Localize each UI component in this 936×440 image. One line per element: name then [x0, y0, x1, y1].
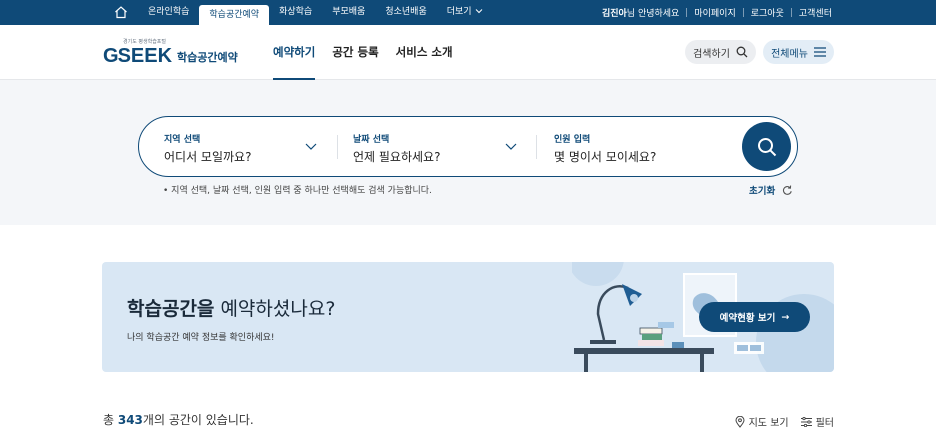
field-divider [536, 135, 537, 159]
field-divider [337, 135, 338, 159]
filter-button[interactable]: 필터 [800, 414, 834, 429]
count-suffix: 개의 공간이 있습니다. [142, 413, 254, 427]
banner-title-bold: 학습공간을 [127, 298, 215, 320]
greeting-text: 님 안녕하세요 [626, 9, 680, 19]
portal-tab-space-reservation[interactable]: 학습공간예약 [199, 5, 270, 25]
search-icon [736, 46, 748, 58]
filter-icon [800, 416, 812, 427]
search-icon [757, 137, 776, 156]
map-pin-icon [735, 415, 745, 428]
header-search-button[interactable]: 검색하기 [685, 40, 756, 64]
logo-seek: SEEK [117, 45, 173, 67]
date-select[interactable]: 날짜 선택 언제 필요하세요? [353, 117, 523, 176]
logo-g: G [103, 45, 119, 67]
user-utility: 김진아 님 안녕하세요 마이페이지 로그아웃 고객센터 [602, 0, 832, 25]
divider [742, 8, 744, 17]
region-label: 지역 선택 [164, 135, 201, 145]
date-placeholder: 언제 필요하세요? [353, 150, 441, 164]
logout-link[interactable]: 로그아웃 [751, 6, 784, 19]
chevron-down-icon [475, 9, 482, 14]
all-menu-button[interactable]: 전체메뉴 [763, 40, 834, 64]
portal-nav: 온라인학습 학습공간예약 화상학습 부모배움 청소년배움 더보기 [138, 0, 493, 25]
home-icon[interactable] [114, 5, 128, 19]
region-placeholder: 어디서 모일까요? [164, 150, 252, 164]
hamburger-icon [813, 47, 826, 57]
chevron-down-icon [505, 143, 517, 150]
service-name: 학습공간예약 [177, 51, 238, 64]
people-label: 인원 입력 [554, 135, 591, 145]
banner-title: 학습공간을 예약하셨나요? [127, 294, 335, 321]
logo-caption: 경기도 평생학습포털 [123, 39, 166, 45]
divider [686, 8, 688, 17]
people-placeholder: 몇 명이서 모이세요? [554, 150, 657, 164]
header-search-label: 검색하기 [693, 48, 730, 60]
support-link[interactable]: 고객센터 [799, 6, 832, 19]
user-name: 김진아 [601, 9, 627, 19]
map-view-label: 지도 보기 [748, 418, 789, 429]
site-header: 경기도 평생학습포털 G SEEK 학습공간예약 예약하기 공간 등록 서비스 소… [0, 25, 936, 80]
divider [790, 8, 792, 17]
chevron-down-icon [305, 143, 317, 150]
reset-button[interactable]: 초기화 [749, 183, 793, 197]
nav-register-space[interactable]: 공간 등록 [332, 25, 378, 80]
refresh-icon [783, 185, 792, 195]
reservation-banner: 학습공간을 예약하셨나요? 나의 학습공간 예약 정보를 확인하세요! 예약현황… [102, 262, 834, 372]
mypage-link[interactable]: 마이페이지 [694, 6, 735, 19]
all-menu-label: 전체메뉴 [771, 48, 808, 60]
count-number: 343 [117, 413, 143, 427]
map-view-button[interactable]: 지도 보기 [735, 414, 789, 429]
main-nav: 예약하기 공간 등록 서비스 소개 [273, 25, 470, 80]
banner-title-rest: 예약하셨나요? [214, 298, 336, 320]
top-utility-bar: 온라인학습 학습공간예약 화상학습 부모배움 청소년배움 더보기 김진아 님 안녕… [0, 0, 936, 25]
more-label: 더보기 [446, 7, 472, 17]
date-label: 날짜 선택 [353, 135, 390, 145]
banner-subtitle: 나의 학습공간 예약 정보를 확인하세요! [127, 333, 275, 343]
nav-service-intro[interactable]: 서비스 소개 [396, 25, 453, 80]
count-prefix: 총 [103, 413, 118, 427]
portal-tab-online[interactable]: 온라인학습 [138, 0, 199, 25]
people-input[interactable]: 인원 입력 몇 명이서 모이세요? [554, 117, 724, 176]
region-select[interactable]: 지역 선택 어디서 모일까요? [164, 117, 324, 176]
search-box: 지역 선택 어디서 모일까요? 날짜 선택 언제 필요하세요? 인원 입력 몇 … [138, 116, 798, 177]
nav-reserve[interactable]: 예약하기 [273, 25, 316, 80]
filter-label: 필터 [815, 418, 834, 429]
search-hint: • 지역 선택, 날짜 선택, 인원 입력 중 하나만 선택해도 검색 가능합니… [163, 186, 432, 196]
result-count: 총 343개의 공간이 있습니다. [103, 411, 254, 428]
reset-label: 초기화 [749, 186, 776, 197]
result-tools: 지도 보기 필터 [735, 414, 834, 429]
portal-tab-parents[interactable]: 부모배움 [322, 0, 375, 25]
portal-tab-youth[interactable]: 청소년배움 [375, 0, 436, 25]
view-reservations-button[interactable]: 예약현황 보기 → [699, 302, 810, 332]
view-reservations-label: 예약현황 보기 [719, 313, 776, 324]
portal-tab-more[interactable]: 더보기 [437, 0, 493, 25]
search-submit-button[interactable] [742, 122, 791, 171]
arrow-right-icon: → [781, 311, 790, 323]
gseek-logo[interactable]: 경기도 평생학습포털 G SEEK 학습공간예약 [103, 38, 238, 68]
portal-tab-video-learning[interactable]: 화상학습 [269, 0, 322, 25]
